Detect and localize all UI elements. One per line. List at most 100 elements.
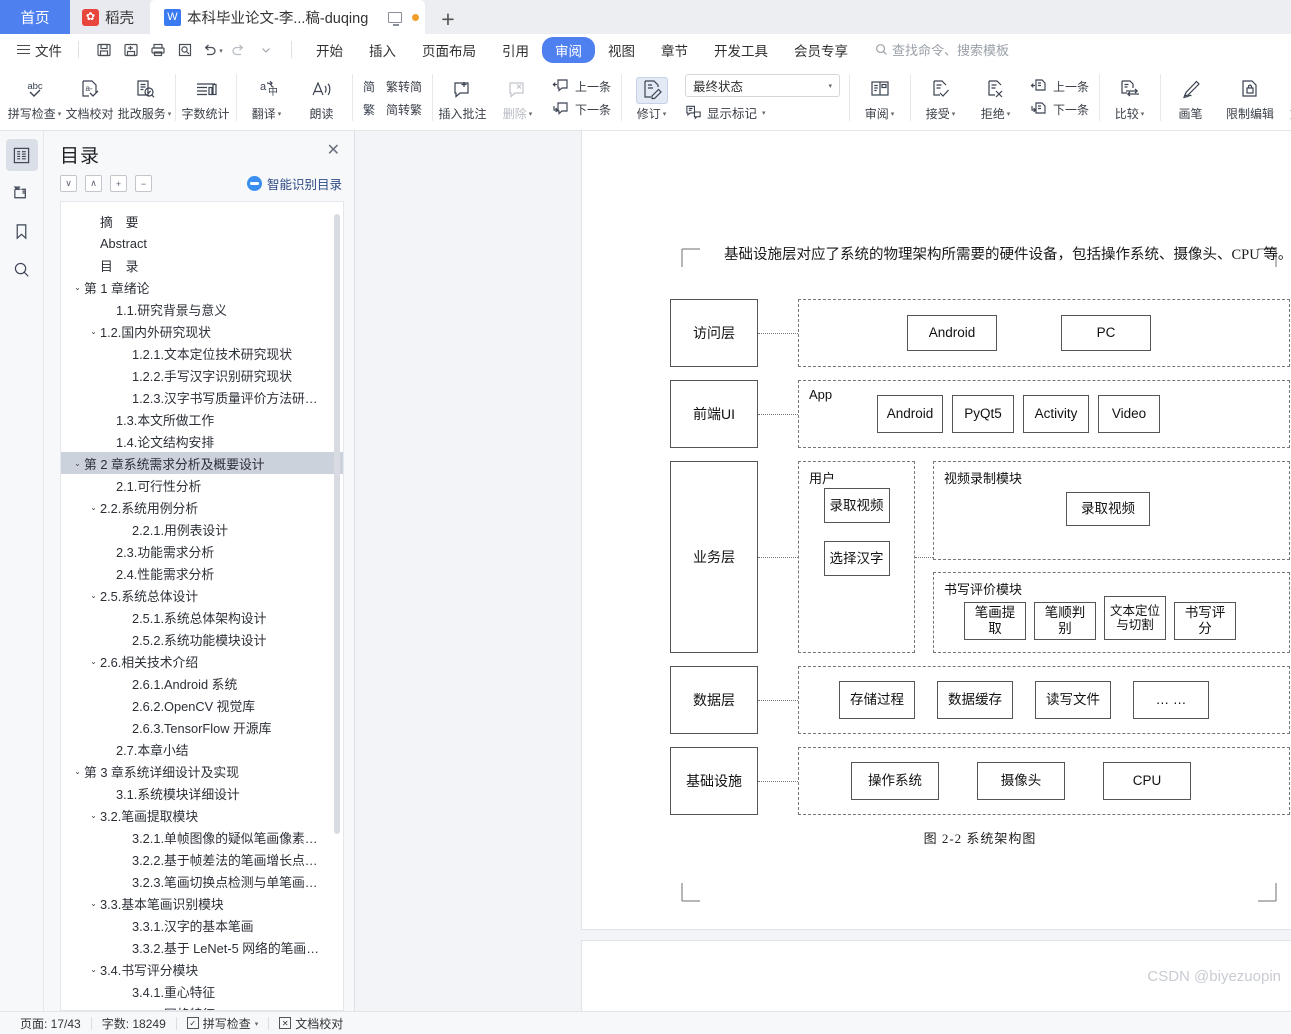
new-tab-button[interactable]: + bbox=[425, 4, 470, 34]
toc-item[interactable]: 2.5.2.系统功能模块设计 bbox=[61, 628, 343, 650]
chevron-down-icon[interactable]: ▾ bbox=[529, 110, 533, 118]
chevron-down-icon[interactable]: ▾ bbox=[829, 82, 833, 90]
chevron-down-icon[interactable]: ⌄ bbox=[71, 283, 84, 292]
toc-item[interactable]: ⌄ 第 3 章系统详细设计及实现 bbox=[61, 760, 343, 782]
toc-item[interactable]: 1.3.本文所做工作 bbox=[61, 408, 343, 430]
reviewing-pane-button[interactable]: 审阅 ▾ bbox=[852, 65, 907, 130]
restrict-editing-button[interactable]: 限制编辑 bbox=[1218, 65, 1282, 130]
toc-item[interactable]: ⌄ 2.5.系统总体设计 bbox=[61, 584, 343, 606]
chevron-down-icon[interactable]: ▾ bbox=[255, 1020, 259, 1028]
search-panel-icon[interactable] bbox=[6, 253, 38, 285]
toc-item[interactable]: 2.7.本章小结 bbox=[61, 738, 343, 760]
tab-page-layout[interactable]: 页面布局 bbox=[409, 37, 489, 63]
save-icon[interactable] bbox=[91, 38, 117, 62]
reject-change-button[interactable]: 拒绝 ▾ bbox=[968, 65, 1023, 130]
toc-scrollbar-thumb[interactable] bbox=[334, 214, 340, 834]
toc-item[interactable]: 2.2.1.用例表设计 bbox=[61, 518, 343, 540]
tab-start[interactable]: 开始 bbox=[303, 37, 356, 63]
customize-qat-icon[interactable] bbox=[253, 38, 279, 62]
outline-panel-icon[interactable] bbox=[5, 139, 38, 171]
toc-item[interactable]: 2.1.可行性分析 bbox=[61, 474, 343, 496]
toc-item[interactable]: 3.4.2.网格特征 bbox=[61, 1002, 343, 1011]
proofread-status-button[interactable]: ✕ 文档校对 bbox=[269, 1015, 353, 1032]
collapse-up-button[interactable]: ∧ bbox=[85, 175, 102, 192]
toc-item[interactable]: ⌄ 3.3.基本笔画识别模块 bbox=[61, 892, 343, 914]
markup-state-select[interactable]: 最终状态 ▾ bbox=[685, 73, 841, 97]
toc-item[interactable]: 3.2.3.笔画切换点检测与单笔画的提取 bbox=[61, 870, 343, 892]
toc-item[interactable]: ⌄ 3.4.书写评分模块 bbox=[61, 958, 343, 980]
toc-item[interactable]: 目 录 bbox=[61, 254, 343, 276]
command-search[interactable]: 查找命令、搜索模板 bbox=[875, 40, 1009, 59]
tab-docer[interactable]: ✿ 稻壳 bbox=[70, 0, 150, 34]
document-permission-button[interactable]: 文档权限 bbox=[1282, 65, 1291, 130]
toc-item[interactable]: 1.4.论文结构安排 bbox=[61, 430, 343, 452]
tab-document[interactable]: W 本科毕业论文-李...稿-duqing bbox=[150, 0, 426, 34]
next-comment-button[interactable]: 下一条 bbox=[549, 99, 614, 120]
tab-references[interactable]: 引用 bbox=[489, 37, 542, 63]
tab-insert[interactable]: 插入 bbox=[356, 37, 409, 63]
chevron-down-icon[interactable]: ⌄ bbox=[71, 459, 84, 468]
toc-item[interactable]: 3.3.2.基于 LeNet-5 网络的笔画识别训 … bbox=[61, 936, 343, 958]
print-icon[interactable] bbox=[145, 38, 171, 62]
delete-comment-button[interactable]: 删除 ▾ bbox=[490, 65, 545, 130]
tab-member-exclusive[interactable]: 会员专享 bbox=[781, 37, 861, 63]
spellcheck-status-button[interactable]: ✓ 拼写检查 ▾ bbox=[177, 1015, 269, 1032]
pen-button[interactable]: 画笔 bbox=[1163, 65, 1218, 130]
toc-item[interactable]: ⌄ 1.2.国内外研究现状 bbox=[61, 320, 343, 342]
toc-item[interactable]: 2.5.1.系统总体架构设计 bbox=[61, 606, 343, 628]
chevron-down-icon[interactable]: ⌄ bbox=[87, 899, 100, 908]
save-as-icon[interactable] bbox=[118, 38, 144, 62]
chevron-down-icon[interactable]: ▾ bbox=[663, 110, 667, 118]
tab-view[interactable]: 视图 bbox=[595, 37, 648, 63]
chevron-down-icon[interactable]: ⌄ bbox=[87, 503, 100, 512]
chevron-down-icon[interactable]: ▾ bbox=[1007, 110, 1011, 118]
toc-item[interactable]: ⌄ 3.2.笔画提取模块 bbox=[61, 804, 343, 826]
chevron-down-icon[interactable]: ▾ bbox=[1141, 110, 1145, 118]
toc-item[interactable]: 3.1.系统模块详细设计 bbox=[61, 782, 343, 804]
word-count-indicator[interactable]: 字数: 18249 bbox=[92, 1015, 176, 1032]
spellcheck-button[interactable]: abc 拼写检查 ▾ bbox=[7, 65, 62, 130]
print-preview-icon[interactable] bbox=[172, 38, 198, 62]
chevron-down-icon[interactable]: ⌄ bbox=[87, 657, 100, 666]
toc-item[interactable]: ⌄ 第 1 章绪论 bbox=[61, 276, 343, 298]
toc-item[interactable]: 3.4.1.重心特征 bbox=[61, 980, 343, 1002]
page-indicator[interactable]: 页面: 17/43 bbox=[10, 1015, 91, 1032]
toc-item[interactable]: ⌄ 2.6.相关技术介绍 bbox=[61, 650, 343, 672]
monitor-icon[interactable] bbox=[388, 11, 403, 26]
toc-item[interactable]: 3.2.1.单帧图像的疑似笔画像素点检测 bbox=[61, 826, 343, 848]
toc-item[interactable]: 2.3.功能需求分析 bbox=[61, 540, 343, 562]
chevron-down-icon[interactable]: ▾ bbox=[891, 110, 895, 118]
expand-down-button[interactable]: ∨ bbox=[60, 175, 77, 192]
tab-section[interactable]: 章节 bbox=[648, 37, 701, 63]
toc-item[interactable]: 1.2.2.手写汉字识别研究现状 bbox=[61, 364, 343, 386]
toc-scrollbar[interactable] bbox=[334, 208, 340, 1004]
chevron-down-icon[interactable]: ⌄ bbox=[87, 591, 100, 600]
tab-developer-tools[interactable]: 开发工具 bbox=[701, 37, 781, 63]
toc-item[interactable]: 3.3.1.汉字的基本笔画 bbox=[61, 914, 343, 936]
chevron-down-icon[interactable]: ▾ bbox=[952, 110, 956, 118]
toc-item[interactable]: Abstract bbox=[61, 232, 343, 254]
compare-button[interactable]: 比较 ▾ bbox=[1102, 65, 1157, 130]
thumbnail-panel-icon[interactable] bbox=[6, 177, 38, 209]
smart-recognize-toc-button[interactable]: 智能识别目录 bbox=[246, 174, 342, 193]
toc-item[interactable]: ⌄ 第 2 章系统需求分析及概要设计 bbox=[61, 452, 343, 474]
read-aloud-button[interactable]: 朗读 bbox=[294, 65, 349, 130]
toc-item[interactable]: 2.6.3.TensorFlow 开源库 bbox=[61, 716, 343, 738]
toc-item[interactable]: 1.2.3.汉字书写质量评价方法研究现状 bbox=[61, 386, 343, 408]
insert-comment-button[interactable]: 插入批注 bbox=[435, 65, 490, 130]
chevron-down-icon[interactable]: ▾ bbox=[58, 110, 62, 118]
close-icon[interactable]: ✕ bbox=[325, 141, 342, 161]
document-proofread-button[interactable]: a- 文档校对 bbox=[62, 65, 117, 130]
toc-item[interactable]: 2.4.性能需求分析 bbox=[61, 562, 343, 584]
toc-item[interactable]: 摘 要 bbox=[61, 210, 343, 232]
toc-item[interactable]: 2.6.2.OpenCV 视觉库 bbox=[61, 694, 343, 716]
simp-to-trad-button[interactable]: 繁 简转繁 bbox=[359, 99, 425, 120]
chevron-down-icon[interactable]: ▾ bbox=[278, 110, 282, 118]
chevron-down-icon[interactable]: ⌄ bbox=[87, 811, 100, 820]
correction-service-button[interactable]: 批改服务 ▾ bbox=[117, 65, 172, 130]
chevron-down-icon[interactable]: ▾ bbox=[168, 110, 172, 118]
toc-item[interactable]: 2.6.1.Android 系统 bbox=[61, 672, 343, 694]
document-page[interactable]: 基础设施层对应了系统的物理架构所需要的硬件设备，包括操作系统、摄像头、CPU 等… bbox=[582, 131, 1291, 962]
chevron-down-icon[interactable]: ▾ bbox=[762, 109, 766, 117]
accept-change-button[interactable]: 接受 ▾ bbox=[913, 65, 968, 130]
